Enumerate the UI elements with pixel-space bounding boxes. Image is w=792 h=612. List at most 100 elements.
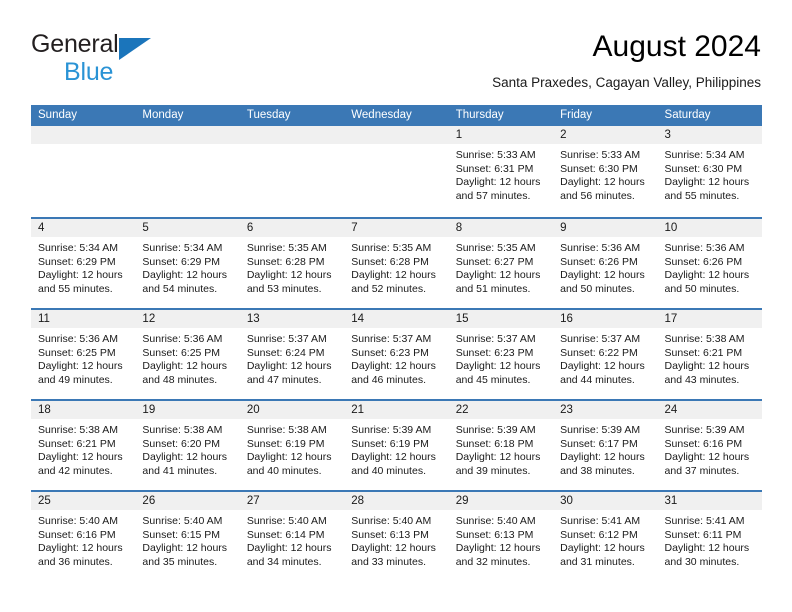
day-details: Sunrise: 5:38 AM Sunset: 6:21 PM Daylight:…: [658, 328, 762, 387]
calendar-day-cell[interactable]: 9 Sunrise: 5:36 AM Sunset: 6:26 PM Daylight…: [553, 219, 658, 308]
daylight-text: Daylight: 12 hours and 34 minutes.: [246, 542, 332, 568]
sunset-text: Sunset: 6:22 PM: [560, 346, 638, 359]
daylight-text: Daylight: 12 hours and 57 minutes.: [455, 176, 541, 202]
calendar-day-cell[interactable]: 8 Sunrise: 5:35 AM Sunset: 6:27 PM Daylight…: [448, 219, 554, 308]
calendar-day-cell[interactable]: 2 Sunrise: 5:33 AM Sunset: 6:30 PM Daylight…: [553, 126, 658, 217]
day-number: 27: [239, 492, 345, 510]
day-details: Sunrise: 5:41 AM Sunset: 6:11 PM Daylight:…: [658, 510, 762, 569]
day-number: [344, 126, 449, 144]
daylight-text: Daylight: 12 hours and 50 minutes.: [664, 269, 750, 295]
day-number: 25: [31, 492, 136, 510]
sunset-text: Sunset: 6:21 PM: [38, 437, 116, 450]
sunrise-text: Sunrise: 5:38 AM: [246, 424, 327, 436]
daylight-text: Daylight: 12 hours and 56 minutes.: [560, 176, 645, 202]
sunrise-text: Sunrise: 5:41 AM: [664, 515, 745, 527]
day-number: 1: [448, 126, 554, 144]
day-number: 8: [448, 219, 554, 237]
sunrise-text: Sunrise: 5:36 AM: [664, 242, 745, 254]
calendar-day-cell[interactable]: 17 Sunrise: 5:38 AM Sunset: 6:21 PM Dayligh…: [657, 310, 762, 399]
sunrise-text: Sunrise: 5:37 AM: [246, 333, 327, 345]
sunrise-text: Sunrise: 5:39 AM: [455, 424, 536, 436]
calendar-day-cell[interactable]: 12 Sunrise: 5:36 AM Sunset: 6:25 PM Dayligh…: [135, 310, 240, 399]
daylight-text: Daylight: 12 hours and 48 minutes.: [142, 360, 228, 386]
day-number: 3: [657, 126, 762, 144]
daylight-text: Daylight: 12 hours and 40 minutes.: [246, 451, 332, 477]
sunset-text: Sunset: 6:27 PM: [455, 255, 534, 268]
page-title: August 2024: [592, 30, 761, 63]
sunrise-text: Sunrise: 5:39 AM: [351, 424, 432, 436]
sunrise-text: Sunrise: 5:40 AM: [142, 515, 223, 527]
day-number: 24: [657, 401, 762, 419]
day-number: 31: [657, 492, 762, 510]
day-number: 20: [239, 401, 345, 419]
calendar-day-cell[interactable]: 31 Sunrise: 5:41 AM Sunset: 6:11 PM Dayligh…: [657, 492, 762, 581]
day-number: 15: [448, 310, 554, 328]
weekday-header-thursday: Thursday: [455, 109, 504, 121]
day-number: 7: [344, 219, 449, 237]
calendar-day-cell[interactable]: 22 Sunrise: 5:39 AM Sunset: 6:18 PM Dayligh…: [448, 401, 554, 490]
sunset-text: Sunset: 6:26 PM: [664, 255, 743, 268]
day-number: 16: [553, 310, 658, 328]
day-number: 12: [135, 310, 240, 328]
calendar-day-cell[interactable]: 27 Sunrise: 5:40 AM Sunset: 6:14 PM Dayligh…: [239, 492, 345, 581]
day-number: 19: [135, 401, 240, 419]
general-blue-logo[interactable]: General Blue: [31, 32, 241, 88]
calendar-day-cell[interactable]: 23 Sunrise: 5:39 AM Sunset: 6:17 PM Dayligh…: [553, 401, 658, 490]
calendar-day-cell[interactable]: 15 Sunrise: 5:37 AM Sunset: 6:23 PM Dayligh…: [448, 310, 554, 399]
calendar-day-cell[interactable]: 30 Sunrise: 5:41 AM Sunset: 6:12 PM Dayligh…: [553, 492, 658, 581]
calendar-day-cell[interactable]: 29 Sunrise: 5:40 AM Sunset: 6:13 PM Dayligh…: [448, 492, 554, 581]
sunset-text: Sunset: 6:26 PM: [560, 255, 638, 268]
daylight-text: Daylight: 12 hours and 47 minutes.: [246, 360, 332, 386]
daylight-text: Daylight: 12 hours and 44 minutes.: [560, 360, 645, 386]
day-number: 28: [344, 492, 449, 510]
calendar-day-cell[interactable]: 5 Sunrise: 5:34 AM Sunset: 6:29 PM Daylight…: [135, 219, 240, 308]
day-details: Sunrise: 5:35 AM Sunset: 6:28 PM Daylight:…: [240, 237, 344, 296]
calendar-day-cell[interactable]: 16 Sunrise: 5:37 AM Sunset: 6:22 PM Dayligh…: [553, 310, 658, 399]
sunrise-text: Sunrise: 5:37 AM: [455, 333, 536, 345]
calendar-day-cell[interactable]: 20 Sunrise: 5:38 AM Sunset: 6:19 PM Dayligh…: [239, 401, 345, 490]
day-number: 23: [553, 401, 658, 419]
calendar-day-cell[interactable]: 6 Sunrise: 5:35 AM Sunset: 6:28 PM Daylight…: [239, 219, 345, 308]
day-details: Sunrise: 5:41 AM Sunset: 6:12 PM Daylight:…: [553, 510, 657, 569]
daylight-text: Daylight: 12 hours and 31 minutes.: [560, 542, 645, 568]
sunset-text: Sunset: 6:13 PM: [455, 528, 534, 541]
weekday-header-friday: Friday: [560, 109, 593, 121]
day-details: Sunrise: 5:39 AM Sunset: 6:16 PM Daylight:…: [658, 419, 762, 478]
daylight-text: Daylight: 12 hours and 52 minutes.: [351, 269, 436, 295]
daylight-text: Daylight: 12 hours and 38 minutes.: [560, 451, 645, 477]
calendar-day-cell[interactable]: 18 Sunrise: 5:38 AM Sunset: 6:21 PM Dayligh…: [31, 401, 136, 490]
calendar-day-cell[interactable]: 24 Sunrise: 5:39 AM Sunset: 6:16 PM Dayligh…: [657, 401, 762, 490]
daylight-text: Daylight: 12 hours and 53 minutes.: [246, 269, 332, 295]
calendar-day-cell[interactable]: 25 Sunrise: 5:40 AM Sunset: 6:16 PM Dayligh…: [31, 492, 136, 581]
sunset-text: Sunset: 6:17 PM: [560, 437, 638, 450]
calendar-day-cell[interactable]: 7 Sunrise: 5:35 AM Sunset: 6:28 PM Daylight…: [344, 219, 449, 308]
calendar-day-cell[interactable]: 11 Sunrise: 5:36 AM Sunset: 6:25 PM Dayligh…: [31, 310, 136, 399]
day-number: 9: [553, 219, 658, 237]
sunset-text: Sunset: 6:15 PM: [142, 528, 221, 541]
day-details: Sunrise: 5:40 AM Sunset: 6:16 PM Daylight:…: [31, 510, 135, 569]
calendar-day-cell[interactable]: 19 Sunrise: 5:38 AM Sunset: 6:20 PM Dayligh…: [135, 401, 240, 490]
calendar-day-cell[interactable]: 28 Sunrise: 5:40 AM Sunset: 6:13 PM Dayligh…: [344, 492, 449, 581]
sunrise-text: Sunrise: 5:38 AM: [142, 424, 223, 436]
sunrise-text: Sunrise: 5:37 AM: [560, 333, 641, 345]
calendar-day-cell-empty: [344, 126, 449, 217]
calendar-day-cell[interactable]: 21 Sunrise: 5:39 AM Sunset: 6:19 PM Dayligh…: [344, 401, 449, 490]
sunrise-text: Sunrise: 5:34 AM: [142, 242, 223, 254]
calendar-day-cell[interactable]: 10 Sunrise: 5:36 AM Sunset: 6:26 PM Dayligh…: [657, 219, 762, 308]
calendar-day-cell[interactable]: 1 Sunrise: 5:33 AM Sunset: 6:31 PM Daylight…: [448, 126, 554, 217]
day-details: Sunrise: 5:34 AM Sunset: 6:29 PM Daylight:…: [135, 237, 239, 296]
day-details: Sunrise: 5:37 AM Sunset: 6:23 PM Daylight:…: [344, 328, 448, 387]
weekday-header-monday: Monday: [142, 109, 184, 121]
logo-text-general: General: [31, 30, 119, 58]
daylight-text: Daylight: 12 hours and 54 minutes.: [142, 269, 228, 295]
calendar-day-cell[interactable]: 26 Sunrise: 5:40 AM Sunset: 6:15 PM Dayligh…: [135, 492, 240, 581]
calendar-day-cell[interactable]: 4 Sunrise: 5:34 AM Sunset: 6:29 PM Daylight…: [31, 219, 136, 308]
daylight-text: Daylight: 12 hours and 37 minutes.: [664, 451, 750, 477]
day-details: Sunrise: 5:34 AM Sunset: 6:30 PM Daylight:…: [658, 144, 762, 203]
sunrise-text: Sunrise: 5:41 AM: [560, 515, 641, 527]
calendar-day-cell[interactable]: 14 Sunrise: 5:37 AM Sunset: 6:23 PM Dayligh…: [344, 310, 449, 399]
calendar-day-cell[interactable]: 3 Sunrise: 5:34 AM Sunset: 6:30 PM Daylight…: [657, 126, 762, 217]
day-details: Sunrise: 5:38 AM Sunset: 6:21 PM Daylight:…: [31, 419, 135, 478]
day-details: Sunrise: 5:35 AM Sunset: 6:28 PM Daylight:…: [344, 237, 448, 296]
calendar-day-cell[interactable]: 13 Sunrise: 5:37 AM Sunset: 6:24 PM Dayligh…: [239, 310, 345, 399]
